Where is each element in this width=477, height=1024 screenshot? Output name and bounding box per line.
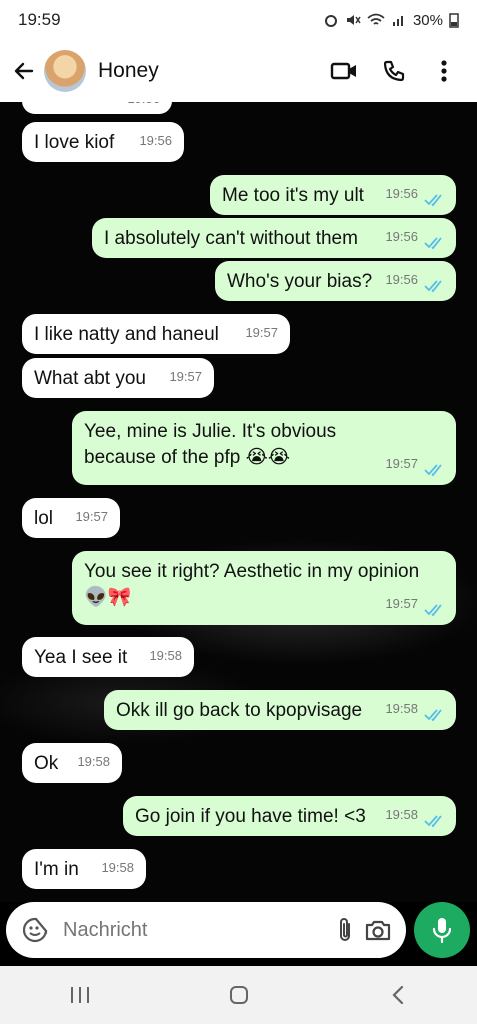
read-ticks-icon bbox=[424, 237, 442, 250]
message-text: I like natty and haneul bbox=[34, 324, 219, 345]
read-ticks-icon bbox=[424, 280, 442, 293]
message-time: 19:56 bbox=[385, 186, 418, 201]
message-time: 19:56 bbox=[139, 133, 172, 148]
message-text: Yea I see it bbox=[34, 647, 128, 668]
message-time: 19:56 bbox=[127, 102, 160, 112]
message-bubble-incoming[interactable]: Yea I see it 19:58 bbox=[22, 637, 194, 677]
message-bubble-outgoing[interactable]: Yee, mine is Julie. It's obvious because… bbox=[72, 411, 456, 485]
message-time: 19:58 bbox=[385, 701, 418, 716]
message-time: 19:57 bbox=[169, 369, 202, 384]
chat-messages[interactable]: 19:56 I love kiof 19:56 Me too it's my u… bbox=[0, 102, 477, 902]
home-button[interactable] bbox=[209, 975, 269, 1015]
system-navigation-bar bbox=[0, 966, 477, 1024]
sticker-icon bbox=[22, 917, 47, 943]
recent-apps-icon bbox=[70, 987, 89, 1003]
message-input[interactable] bbox=[63, 918, 328, 942]
paperclip-icon bbox=[339, 918, 350, 941]
message-time: 19:57 bbox=[75, 509, 108, 524]
recent-apps-button[interactable] bbox=[50, 975, 110, 1015]
sticker-button[interactable] bbox=[18, 910, 51, 950]
message-text: Who's your bias? bbox=[227, 271, 373, 292]
status-bar: 19:59 30% bbox=[0, 0, 477, 40]
message-bubble-outgoing[interactable]: Who's your bias? 19:56 bbox=[215, 261, 456, 301]
message-bubble-outgoing[interactable]: I absolutely can't without them 19:56 bbox=[92, 218, 456, 258]
read-ticks-icon bbox=[424, 194, 442, 207]
message-text: You see it right? Aesthetic in my opinio… bbox=[84, 561, 420, 582]
video-call-button[interactable] bbox=[319, 51, 369, 91]
message-bubble-outgoing[interactable]: You see it right? Aesthetic in my opinio… bbox=[72, 551, 456, 625]
more-vertical-icon bbox=[441, 60, 447, 82]
message-bubble-incoming[interactable]: I love kiof 19:56 bbox=[22, 122, 184, 162]
arrow-left-icon bbox=[14, 62, 34, 80]
alien-ribbon-icon: 👽🎀 bbox=[84, 587, 132, 608]
message-time: 19:56 bbox=[385, 272, 418, 287]
alarm-icon bbox=[324, 15, 337, 27]
message-bubble-outgoing[interactable]: Me too it's my ult 19:56 bbox=[210, 175, 456, 215]
message-text: Okk ill go back to kpopvisage bbox=[116, 700, 363, 721]
message-text: Go join if you have time! <3 bbox=[135, 806, 366, 827]
avatar[interactable] bbox=[44, 50, 86, 92]
message-time: 19:56 bbox=[385, 229, 418, 244]
message-time: 19:58 bbox=[101, 860, 134, 875]
message-bubble-incoming[interactable]: Ok 19:58 bbox=[22, 743, 122, 783]
battery-percent: 30% bbox=[412, 11, 443, 29]
message-time: 19:57 bbox=[385, 456, 418, 471]
camera-button[interactable] bbox=[361, 910, 394, 950]
microphone-icon bbox=[432, 918, 452, 944]
read-ticks-icon bbox=[424, 709, 442, 722]
status-time: 19:59 bbox=[18, 10, 61, 29]
message-time: 19:57 bbox=[245, 325, 278, 340]
read-ticks-icon bbox=[424, 604, 442, 617]
message-text: I absolutely can't without them bbox=[104, 228, 358, 249]
status-icons: 30% bbox=[323, 12, 459, 29]
attach-button[interactable] bbox=[328, 910, 361, 950]
message-composer bbox=[6, 902, 406, 958]
message-bubble-outgoing[interactable]: Go join if you have time! <3 19:58 bbox=[123, 796, 456, 836]
message-bubble-outgoing[interactable]: Okk ill go back to kpopvisage 19:58 bbox=[104, 690, 456, 730]
read-ticks-icon bbox=[424, 815, 442, 828]
message-text: I'm in bbox=[34, 859, 79, 880]
message-time: 19:58 bbox=[149, 648, 182, 663]
chevron-left-icon bbox=[391, 985, 403, 1005]
message-bubble-incoming[interactable]: I like natty and haneul 19:57 bbox=[22, 314, 290, 354]
message-text: Ok bbox=[34, 753, 59, 774]
message-time: 19:58 bbox=[385, 807, 418, 822]
message-text: Yee, mine is Julie. It's obvious because… bbox=[84, 421, 337, 469]
crying-face-icon: 😭😭 bbox=[245, 447, 291, 468]
composer-background bbox=[0, 958, 477, 966]
camera-icon bbox=[365, 920, 390, 941]
phone-icon bbox=[383, 60, 405, 82]
message-bubble-incoming[interactable]: I'm in 19:58 bbox=[22, 849, 146, 889]
message-bubble-incoming[interactable]: lol 19:57 bbox=[22, 498, 120, 538]
voice-call-button[interactable] bbox=[369, 51, 419, 91]
voice-message-button[interactable] bbox=[414, 902, 470, 958]
message-text: I love kiof bbox=[34, 132, 115, 153]
message-text: Me too it's my ult bbox=[222, 185, 364, 206]
message-bubble-incoming[interactable]: What abt you 19:57 bbox=[22, 358, 214, 398]
signal-icon bbox=[392, 16, 403, 26]
wifi-icon bbox=[367, 13, 385, 25]
system-back-button[interactable] bbox=[368, 975, 428, 1015]
more-options-button[interactable] bbox=[419, 51, 469, 91]
read-ticks-icon bbox=[424, 464, 442, 477]
chat-header: Honey bbox=[0, 40, 477, 102]
message-time: 19:58 bbox=[77, 754, 110, 769]
contact-name[interactable]: Honey bbox=[98, 59, 319, 83]
back-button[interactable] bbox=[8, 51, 40, 91]
message-time: 19:57 bbox=[385, 596, 418, 611]
mute-icon bbox=[346, 15, 361, 25]
message-text: lol bbox=[34, 508, 54, 529]
video-camera-icon bbox=[330, 62, 356, 80]
battery-icon bbox=[449, 13, 459, 28]
message-bubble-partial[interactable]: 19:56 bbox=[22, 102, 172, 114]
message-text: What abt you bbox=[34, 368, 146, 389]
home-icon bbox=[229, 986, 248, 1004]
